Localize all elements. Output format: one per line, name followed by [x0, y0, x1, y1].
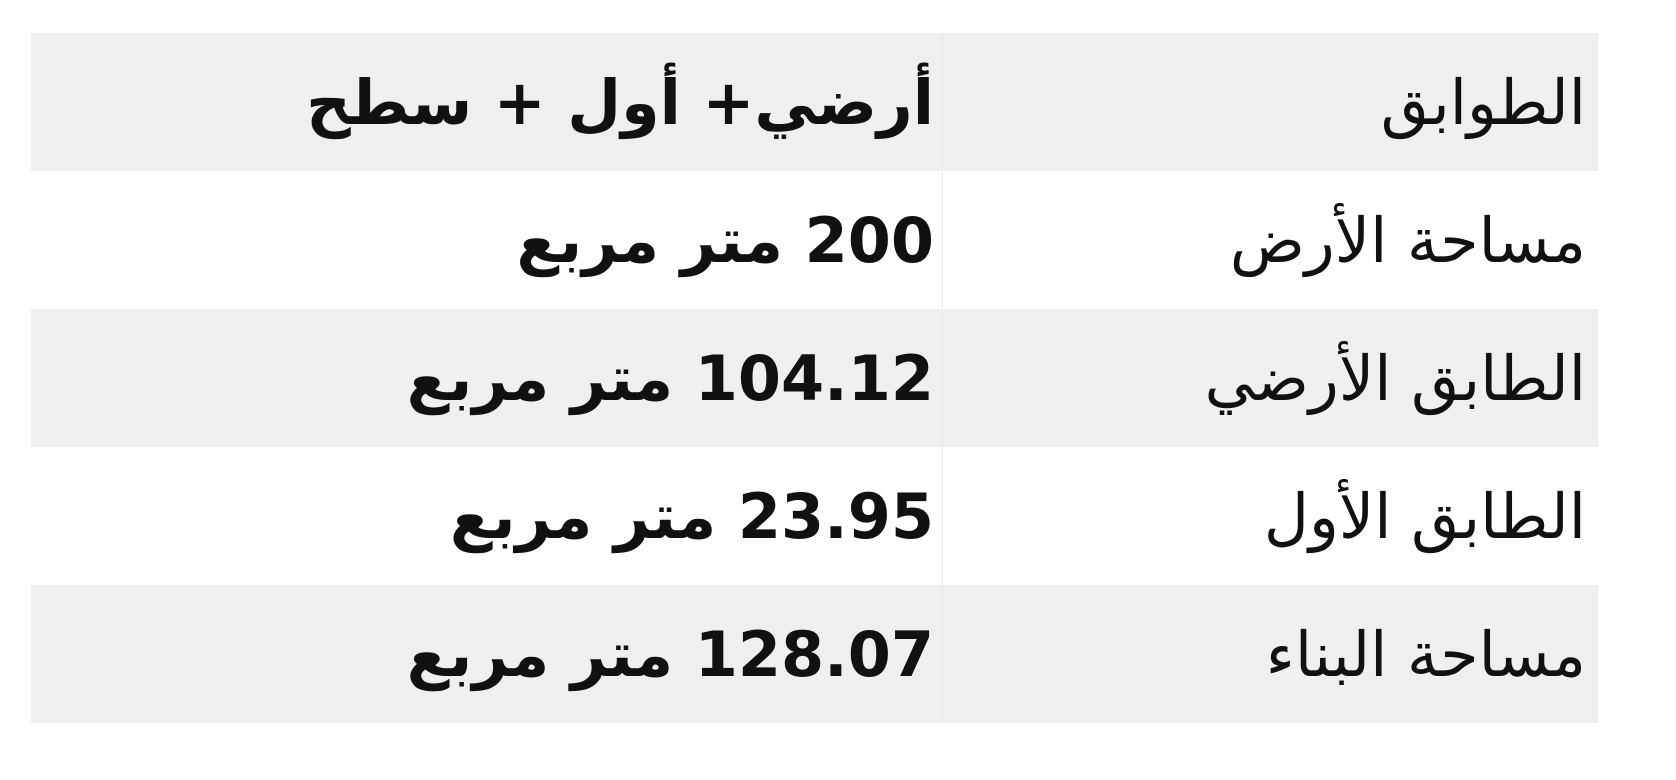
row-label: الطوابق	[942, 33, 1598, 171]
table-row: الطوابق أرضي+ أول + سطح	[31, 33, 1598, 171]
row-value: 200 متر مربع	[516, 203, 934, 277]
row-value: أرضي+ أول + سطح	[306, 65, 934, 139]
row-label: مساحة البناء	[942, 585, 1598, 723]
table-row: الطابق الأرضي 104.12 متر مربع	[31, 309, 1598, 447]
table-row: مساحة البناء 128.07 متر مربع	[31, 585, 1598, 723]
row-label: الطابق الأرضي	[942, 309, 1598, 447]
table-row: مساحة الأرض 200 متر مربع	[31, 171, 1598, 309]
row-value: 23.95 متر مربع	[449, 479, 934, 553]
row-value: 128.07 متر مربع	[406, 617, 934, 691]
table-row: الطابق الأول 23.95 متر مربع	[31, 447, 1598, 585]
row-label: مساحة الأرض	[942, 171, 1598, 309]
row-label: الطابق الأول	[942, 447, 1598, 585]
row-value: 104.12 متر مربع	[406, 341, 934, 415]
specifications-table: الطوابق أرضي+ أول + سطح مساحة الأرض 200 …	[31, 33, 1598, 723]
